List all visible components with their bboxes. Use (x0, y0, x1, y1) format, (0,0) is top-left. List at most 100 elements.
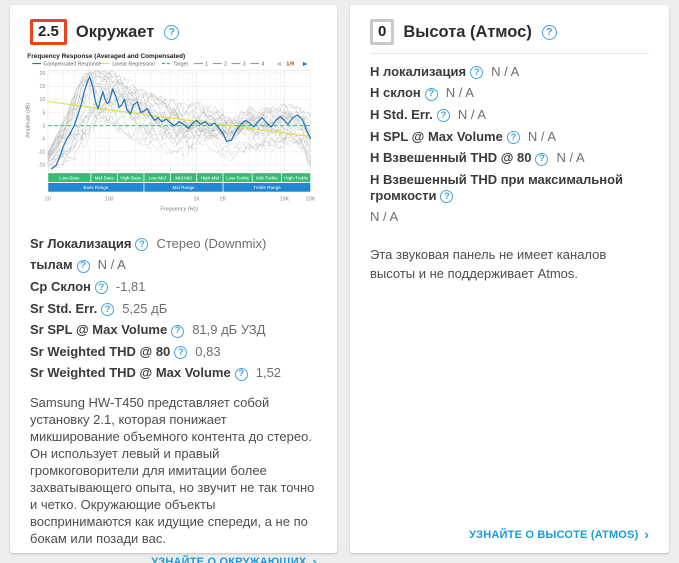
spec-label: H Std. Err. (370, 107, 433, 122)
surround-title: Окружает (76, 23, 154, 42)
spec-row: Sr Std. Err.? 5,25 дБ (30, 298, 317, 320)
spec-row: Н склон? N / A (370, 83, 649, 105)
height-score-badge: 0 (370, 19, 394, 45)
spec-row: H SPL @ Max Volume?N / A (370, 126, 649, 148)
help-icon[interactable]: ? (440, 190, 453, 203)
x-tick-label: 20 (45, 197, 51, 203)
spec-row: Н локализация? N / A (370, 61, 649, 83)
surround-link-row: УЗНАЙТЕ О ОКРУЖАЮЩИХ › (30, 547, 317, 563)
spec-value: -1,81 (116, 279, 146, 294)
spec-value: 81,9 дБ УЗД (192, 322, 265, 337)
spec-label: Sr Weighted THD @ Max Volume (30, 365, 231, 380)
y-tick-label: -10 (38, 150, 46, 156)
legend-item: Compensated Response (43, 61, 101, 67)
spec-label: Н Взвешенный THD @ 80 (370, 150, 531, 165)
learn-about-height-link[interactable]: УЗНАЙТЕ О ВЫСОТЕ (ATMOS) › (469, 528, 649, 541)
spec-label: Sr Weighted THD @ 80 (30, 344, 170, 359)
page-prev-icon[interactable]: ◀ (277, 61, 282, 67)
band-label: High-Mid (201, 175, 220, 180)
band-label: Mid-Treble (256, 175, 278, 180)
help-icon[interactable]: ? (437, 109, 450, 122)
x-axis-label: Frequency (Hz) (160, 206, 198, 212)
legend-item: 1 (205, 61, 208, 67)
spec-label: Н Взвешенный THD при максимальной громко… (370, 172, 623, 203)
spec-row: Sr Weighted THD @ Max Volume? 1,52 (30, 363, 317, 385)
y-tick-label: 10 (40, 97, 46, 103)
spec-value: N / A (528, 129, 556, 144)
band-label: Treble Range (253, 185, 281, 190)
help-icon[interactable]: ? (470, 66, 483, 79)
frequency-response-svg: 20151050-5-10-15Low-BassMid-BassHigh-Bas… (24, 51, 315, 223)
chart-title: Frequency Response (Averaged and Compens… (27, 53, 185, 60)
help-icon[interactable]: ? (171, 325, 184, 338)
spec-row: Sr Локализация? Стерео (Downmix) (30, 233, 317, 255)
help-icon[interactable]: ? (535, 153, 548, 166)
spec-label: тылам (30, 257, 73, 272)
y-tick-label: 20 (40, 71, 46, 77)
legend-item: 4 (262, 61, 265, 67)
x-tick-label: 1K (193, 197, 200, 203)
help-icon[interactable]: ? (101, 303, 114, 316)
x-tick-label: 100 (105, 197, 114, 203)
legend-item: 3 (243, 61, 246, 67)
legend-item: Target (173, 61, 188, 67)
spec-value: 5,25 дБ (122, 301, 167, 316)
help-icon[interactable]: ? (95, 281, 108, 294)
frequency-response-chart[interactable]: 20151050-5-10-15Low-BassMid-BassHigh-Bas… (24, 51, 317, 228)
height-header: 0 Высота (Атмос) ? (370, 19, 649, 45)
help-icon[interactable]: ? (542, 25, 557, 40)
spec-label: Ср Склон (30, 279, 91, 294)
y-axis-label: Amplitude (dB) (25, 103, 31, 138)
surround-specs: Sr Локализация? Стерео (Downmix) тылам? N /… (30, 233, 317, 384)
help-icon[interactable]: ? (164, 25, 179, 40)
spec-label: Sr Std. Err. (30, 301, 97, 316)
y-tick-label: 0 (42, 123, 45, 129)
spec-value: N / A (446, 85, 474, 100)
spec-value: N / A (458, 107, 486, 122)
band-label: Mid-Mid (175, 175, 192, 180)
spec-value: Стерео (Downmix) (156, 236, 266, 251)
spec-row: тылам? N / A (30, 255, 317, 277)
y-tick-label: -15 (38, 163, 46, 169)
help-icon[interactable]: ? (235, 368, 248, 381)
band-label: High-Treble (284, 175, 308, 180)
spec-label: Н склон (370, 85, 421, 100)
spec-row: Ср Склон? -1,81 (30, 276, 317, 298)
y-tick-label: -5 (41, 137, 46, 143)
band-label: Low-Mid (148, 175, 166, 180)
spec-row: H Std. Err.? N / A (370, 104, 649, 126)
spec-value: 0,83 (195, 344, 220, 359)
x-tick-label: 20K (306, 197, 315, 203)
height-title: Высота (Атмос) (403, 23, 532, 42)
page-next-icon[interactable]: ▶ (303, 61, 308, 67)
y-tick-label: 5 (42, 110, 45, 116)
band-label: High-Bass (120, 175, 142, 180)
spec-value: N / A (556, 150, 584, 165)
spec-label: Sr Локализация (30, 236, 131, 251)
height-link-row: УЗНАЙТЕ О ВЫСОТЕ (ATMOS) › (370, 520, 649, 541)
height-description: Эта звуковая панель не имеет каналов выс… (370, 245, 649, 283)
help-icon[interactable]: ? (135, 238, 148, 251)
height-panel: 0 Высота (Атмос) ? Н локализация?N / AН … (350, 5, 669, 553)
chevron-right-icon: › (312, 555, 317, 563)
learn-link-label: УЗНАЙТЕ О ОКРУЖАЮЩИХ (151, 556, 306, 563)
band-label: Low-Bass (59, 175, 80, 180)
spec-row: Sr Weighted THD @ 80? 0,83 (30, 341, 317, 363)
spec-label: Н локализация (370, 64, 466, 79)
help-icon[interactable]: ? (425, 88, 438, 101)
surround-score-badge: 2.5 (30, 19, 67, 45)
help-icon[interactable]: ? (174, 346, 187, 359)
spec-value: N / A (98, 257, 126, 272)
learn-about-surround-link[interactable]: УЗНАЙТЕ О ОКРУЖАЮЩИХ › (151, 555, 317, 563)
spec-row: Sr SPL @ Max Volume?81,9 дБ УЗД (30, 319, 317, 341)
spec-row: Н Взвешенный THD @ 80? N / A (370, 147, 649, 169)
surround-panel: 2.5 Окружает ? 20151050-5-10-15Low-BassM… (10, 5, 337, 553)
spec-value: N / A (491, 64, 519, 79)
help-icon[interactable]: ? (507, 131, 520, 144)
surround-description: Samsung HW-T450 представляет собой устан… (30, 394, 317, 547)
band-label: Bass Range (83, 185, 108, 190)
spec-value: 1,52 (256, 365, 281, 380)
help-icon[interactable]: ? (77, 260, 90, 273)
chart-pagination: 1/9 (286, 61, 294, 67)
x-tick-label: 10K (280, 197, 290, 203)
